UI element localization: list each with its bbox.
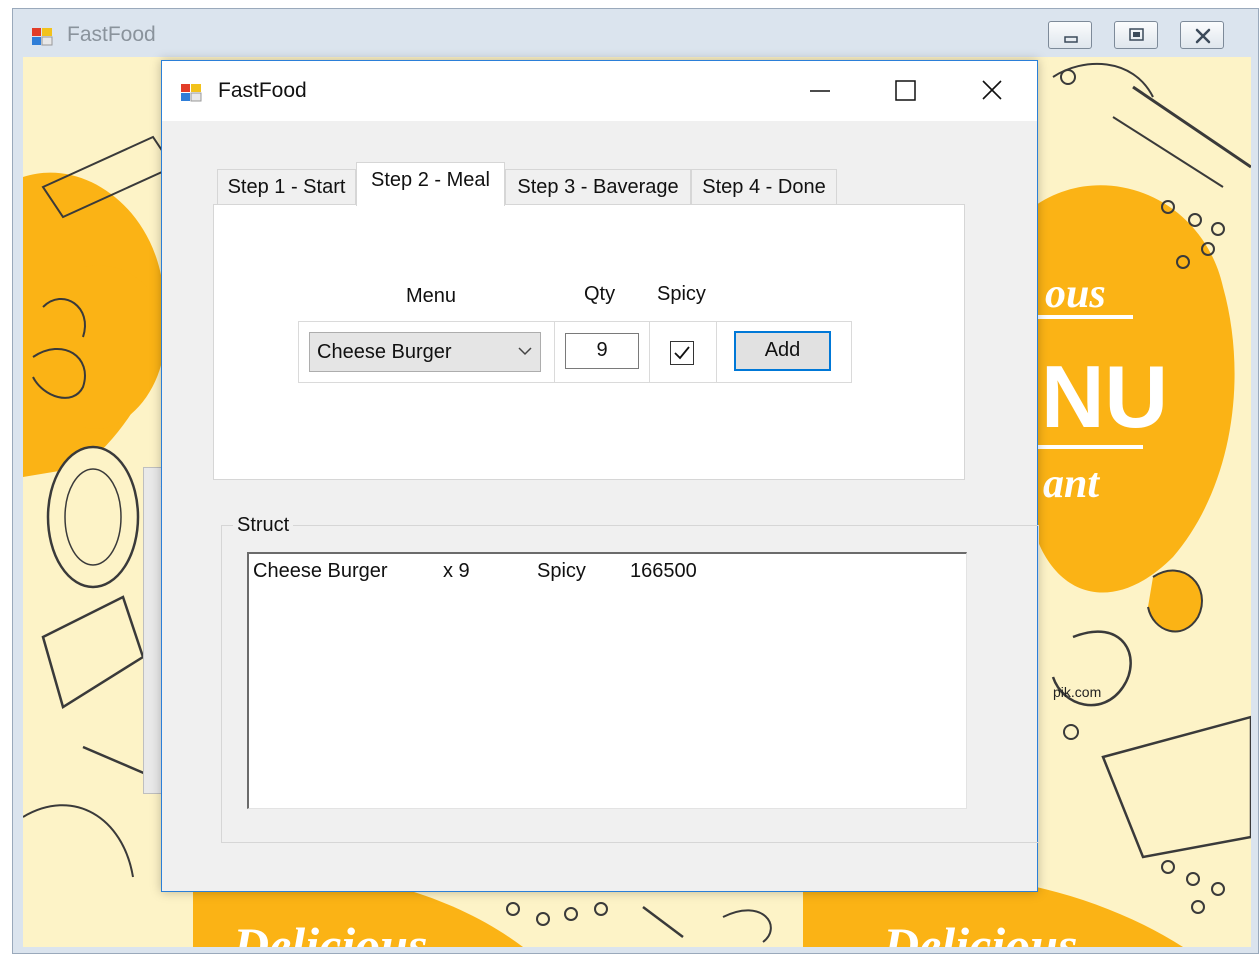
maximize-icon	[895, 80, 916, 101]
minimize-button[interactable]	[777, 61, 863, 121]
cell-divider	[554, 322, 555, 382]
minimize-icon	[1064, 36, 1078, 43]
tab-step-3-baverage[interactable]: Step 3 - Baverage	[505, 169, 691, 205]
tab-step-2-meal[interactable]: Step 2 - Meal	[356, 162, 505, 206]
order-input-row: Cheese Burger 9 Add	[298, 321, 852, 383]
bg-text-ant: ant	[1043, 461, 1100, 507]
bg-text-ous: ous	[1045, 271, 1106, 317]
restore-icon	[1129, 28, 1144, 41]
app-icon	[32, 28, 53, 46]
cell-divider	[649, 322, 650, 382]
close-icon	[1195, 28, 1211, 44]
bg-text-delicious-1: Delicious	[232, 917, 427, 947]
outer-window-title: FastFood	[67, 23, 156, 46]
menu-label: Menu	[406, 285, 457, 307]
outer-title-bar[interactable]: FastFood	[13, 9, 1258, 57]
dialog-title-bar[interactable]: FastFood	[162, 61, 1037, 121]
minimize-icon	[810, 90, 830, 92]
item-qty: x 9	[443, 560, 470, 582]
dialog-title: FastFood	[218, 79, 307, 102]
app-icon	[181, 84, 202, 102]
checkmark-icon	[674, 346, 690, 360]
chevron-down-icon	[518, 347, 532, 356]
item-name: Cheese Burger	[253, 560, 388, 582]
bg-text-delicious-2: Delicious	[882, 917, 1077, 947]
fastfood-dialog: FastFood Step 1 - Start Step 2 - Meal St…	[161, 60, 1039, 892]
outer-close-button[interactable]	[1180, 21, 1224, 49]
close-icon	[982, 80, 1002, 100]
tab-step-1-start[interactable]: Step 1 - Start	[217, 169, 356, 205]
item-price: 166500	[630, 560, 697, 582]
spicy-label: Spicy	[657, 283, 706, 305]
qty-input[interactable]: 9	[565, 333, 639, 369]
close-button[interactable]	[949, 61, 1035, 121]
bg-text-watermark: pik.com	[1053, 684, 1101, 700]
tab-step-4-done[interactable]: Step 4 - Done	[691, 169, 837, 205]
maximize-button[interactable]	[863, 61, 949, 121]
outer-minimize-button[interactable]	[1048, 21, 1092, 49]
add-button[interactable]: Add	[734, 331, 831, 371]
spicy-checkbox[interactable]	[670, 341, 694, 365]
qty-label: Qty	[584, 283, 616, 305]
struct-listbox[interactable]: Cheese Burger x 9 Spicy 166500	[247, 552, 967, 809]
meal-tab-panel: Menu Qty Spicy Cheese Burger 9 Add	[213, 204, 965, 480]
item-spicy: Spicy	[537, 560, 586, 582]
outer-restore-button[interactable]	[1114, 21, 1158, 49]
bg-text-nu: NU	[1041, 347, 1168, 446]
menu-selected-value: Cheese Burger	[317, 341, 452, 363]
struct-group-label: Struct	[233, 514, 294, 537]
cell-divider	[716, 322, 717, 382]
menu-combobox[interactable]: Cheese Burger	[309, 332, 541, 372]
